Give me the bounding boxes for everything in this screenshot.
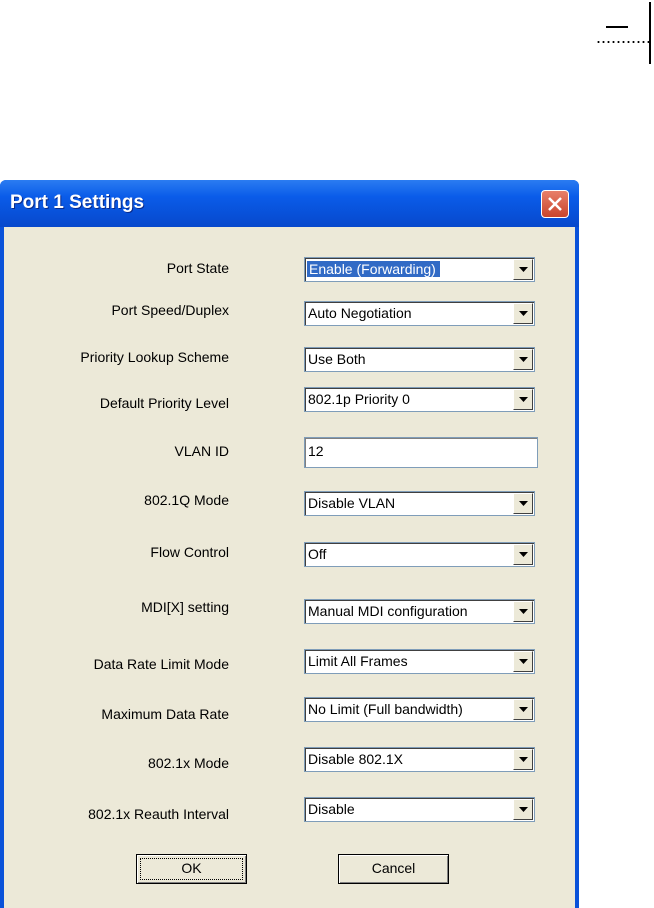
chevron-down-icon [519, 357, 528, 362]
default-priority-select[interactable]: 802.1p Priority 0 [304, 387, 535, 412]
chevron-down-icon [519, 311, 528, 316]
chevron-down-icon [519, 267, 528, 272]
chevron-down-icon [519, 659, 528, 664]
reauth-interval-label: 802.1x Reauth Interval [88, 806, 229, 822]
flow-control-select[interactable]: Off [304, 542, 535, 567]
chevron-down-icon [519, 397, 528, 402]
port-state-dropdown-button[interactable] [513, 259, 533, 280]
priority-lookup-dropdown-button[interactable] [513, 349, 533, 370]
port-state-label: Port State [166, 260, 229, 276]
chevron-down-icon [519, 707, 528, 712]
rate-limit-mode-label: Data Rate Limit Mode [93, 656, 229, 672]
priority-lookup-select[interactable]: Use Both [304, 347, 535, 372]
max-data-rate-select[interactable]: No Limit (Full bandwidth) [304, 697, 535, 722]
rate-limit-mode-select[interactable]: Limit All Frames [304, 649, 535, 674]
vlan-id-input[interactable] [308, 443, 528, 459]
reauth-interval-dropdown-button[interactable] [513, 799, 533, 820]
chevron-down-icon [519, 609, 528, 614]
chevron-down-icon [519, 501, 528, 506]
reauth-interval-select[interactable]: Disable [304, 797, 535, 822]
port-state-select[interactable]: Enable (Forwarding) [304, 257, 535, 282]
mdix-value: Manual MDI configuration [308, 603, 468, 619]
mdix-dropdown-button[interactable] [513, 601, 533, 622]
close-icon [548, 197, 562, 211]
rate-limit-mode-value: Limit All Frames [308, 653, 408, 669]
dot1q-mode-value: Disable VLAN [308, 495, 396, 511]
port-speed-select[interactable]: Auto Negotiation [304, 301, 535, 326]
vlan-id-label: VLAN ID [174, 443, 229, 459]
dialog-title: Port 1 Settings [10, 192, 145, 213]
corner-vertical-line [649, 2, 651, 64]
corner-horizontal-line [606, 26, 628, 28]
default-priority-dropdown-button[interactable] [513, 389, 533, 410]
chevron-down-icon [519, 807, 528, 812]
reauth-interval-value: Disable [308, 801, 355, 817]
max-data-rate-dropdown-button[interactable] [513, 699, 533, 720]
priority-lookup-value: Use Both [308, 351, 366, 367]
dot1q-mode-select[interactable]: Disable VLAN [304, 491, 535, 516]
port-speed-dropdown-button[interactable] [513, 303, 533, 324]
dot1x-mode-value: Disable 802.1X [308, 751, 403, 767]
flow-control-label: Flow Control [150, 544, 229, 560]
port-speed-value: Auto Negotiation [308, 305, 412, 321]
flow-control-value: Off [308, 546, 327, 562]
rate-limit-mode-dropdown-button[interactable] [513, 651, 533, 672]
dot1x-mode-dropdown-button[interactable] [513, 749, 533, 770]
default-priority-value: 802.1p Priority 0 [308, 391, 410, 407]
chevron-down-icon [519, 757, 528, 762]
port-speed-label: Port Speed/Duplex [111, 302, 229, 318]
vlan-id-field[interactable] [304, 437, 538, 468]
port-state-value: Enable (Forwarding) [307, 261, 440, 277]
port-settings-dialog: Port 1 Settings Port State Enable (Forwa… [0, 180, 579, 908]
page-corner-mark [596, 2, 651, 64]
dialog-client-area: Port State Enable (Forwarding) Port Spee… [4, 227, 575, 908]
priority-lookup-label: Priority Lookup Scheme [80, 349, 229, 365]
mdix-label: MDI[X] setting [141, 599, 229, 615]
chevron-down-icon [519, 552, 528, 557]
default-priority-label: Default Priority Level [99, 395, 229, 411]
corner-dotted-line [596, 40, 649, 44]
close-button[interactable] [541, 190, 569, 218]
dot1q-mode-dropdown-button[interactable] [513, 493, 533, 514]
mdix-select[interactable]: Manual MDI configuration [304, 599, 535, 624]
dot1q-mode-label: 802.1Q Mode [144, 492, 229, 508]
ok-button[interactable]: OK [136, 854, 247, 884]
dot1x-mode-select[interactable]: Disable 802.1X [304, 747, 535, 772]
max-data-rate-value: No Limit (Full bandwidth) [308, 701, 463, 717]
dot1x-mode-label: 802.1x Mode [148, 755, 229, 771]
dialog-titlebar[interactable]: Port 1 Settings [0, 180, 579, 227]
flow-control-dropdown-button[interactable] [513, 544, 533, 565]
max-data-rate-label: Maximum Data Rate [101, 706, 229, 722]
cancel-button[interactable]: Cancel [338, 854, 449, 884]
